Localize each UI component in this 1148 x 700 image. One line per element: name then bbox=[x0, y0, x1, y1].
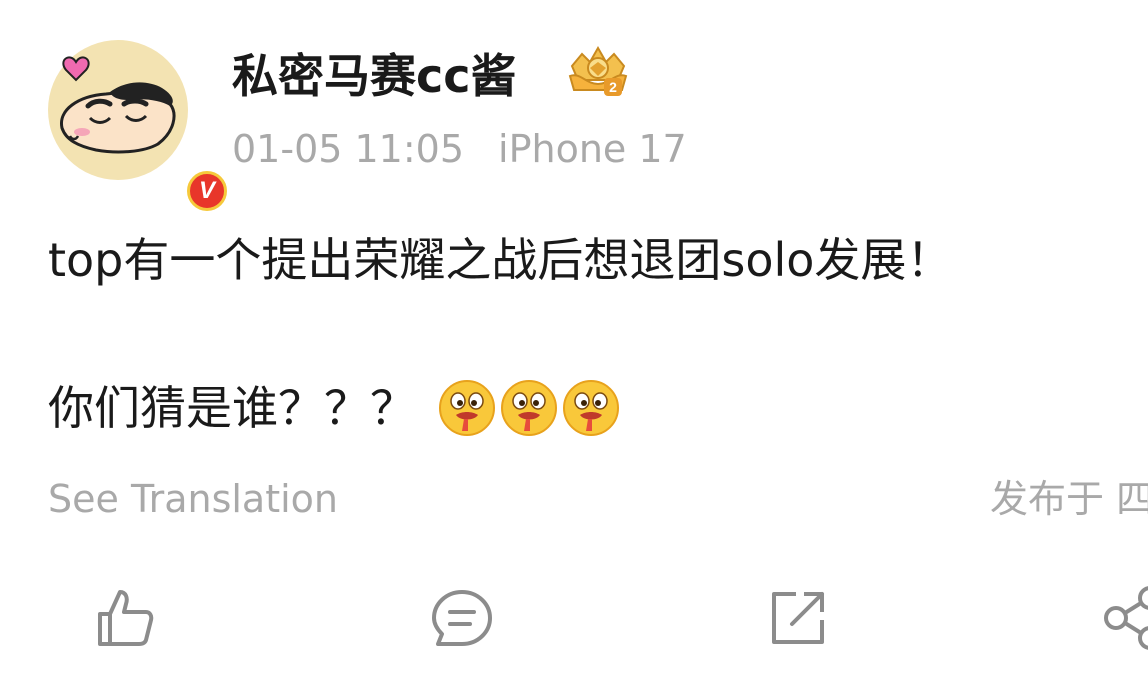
comment-button[interactable] bbox=[430, 586, 494, 650]
cartoon-boy-heart-avatar-icon bbox=[60, 56, 176, 154]
post-content: top有一个提出荣耀之战后想退团solo发展！ 你们猜是谁？？？ bbox=[48, 224, 1128, 444]
repost-icon bbox=[772, 592, 824, 644]
badge-number: 2 bbox=[609, 79, 617, 95]
verified-mark: V bbox=[187, 171, 227, 211]
published-from: 发布于 四 bbox=[990, 477, 1148, 521]
repost-button[interactable] bbox=[766, 586, 830, 650]
post-device: iPhone 17 bbox=[498, 127, 687, 171]
see-translation-link[interactable]: See Translation bbox=[48, 474, 338, 524]
comment-icon bbox=[432, 590, 492, 646]
post-text-line-1: top有一个提出荣耀之战后想退团solo发展！ bbox=[48, 233, 953, 287]
like-icon bbox=[98, 590, 154, 646]
like-button[interactable] bbox=[94, 586, 158, 650]
crown-level-badge-icon[interactable]: 2 bbox=[566, 44, 630, 100]
author-avatar[interactable]: V bbox=[48, 40, 232, 216]
post-timestamp: 01-05 11:05 bbox=[232, 127, 465, 171]
share-icon bbox=[1104, 586, 1148, 650]
verified-badge: V bbox=[182, 166, 232, 216]
drooling-face-emoji-icon bbox=[563, 380, 619, 436]
drooling-face-emoji-icon bbox=[501, 380, 557, 436]
post-text-line-2: 你们猜是谁？？？ bbox=[48, 372, 1128, 444]
post-text-question: 你们猜是谁？？？ bbox=[48, 381, 416, 435]
author-name[interactable]: 私密马赛cc酱 bbox=[232, 46, 517, 106]
drooling-face-emoji-icon bbox=[439, 380, 495, 436]
post-meta: 01-05 11:05 iPhone 17 bbox=[232, 124, 687, 174]
share-button[interactable] bbox=[1102, 586, 1148, 650]
